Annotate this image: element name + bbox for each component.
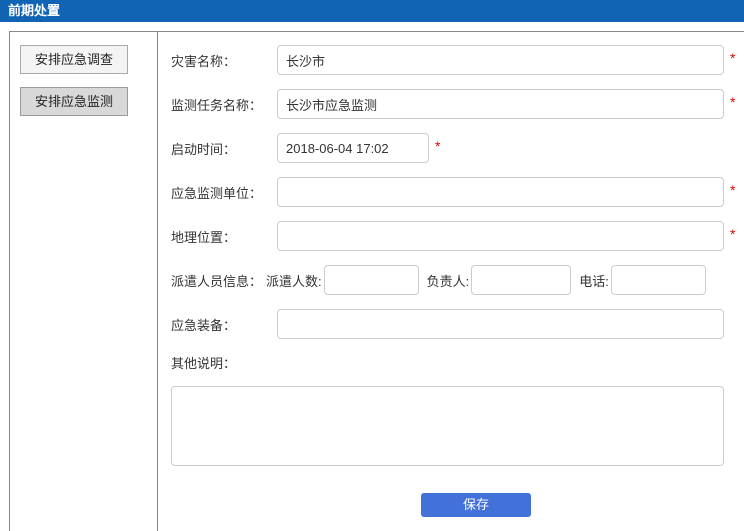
disaster-name-input[interactable]	[277, 45, 724, 75]
required-marker: *	[730, 50, 735, 66]
personnel-phone-label: 电话:	[579, 271, 609, 290]
save-button[interactable]: 保存	[421, 493, 531, 517]
required-marker: *	[730, 182, 735, 198]
personnel-label: 派遣人员信息：	[171, 271, 266, 290]
location-label: 地理位置：	[171, 227, 277, 246]
row-location: 地理位置： *	[171, 221, 744, 251]
personnel-count-label: 派遣人数:	[266, 271, 322, 290]
monitor-unit-label: 应急监测单位：	[171, 183, 277, 202]
personnel-leader-input[interactable]	[471, 265, 571, 295]
required-marker: *	[730, 94, 735, 110]
row-start-time: 启动时间： *	[171, 133, 744, 163]
task-name-label: 监测任务名称：	[171, 95, 277, 114]
monitor-unit-input[interactable]	[277, 177, 724, 207]
required-marker: *	[730, 226, 735, 242]
row-task-name: 监测任务名称： *	[171, 89, 744, 119]
form-area: 灾害名称： * 监测任务名称： * 启动时间： * 应急监测单位： * 地理位置…	[158, 32, 744, 531]
personnel-leader-label: 负责人:	[427, 271, 470, 290]
required-marker: *	[435, 138, 440, 154]
row-personnel: 派遣人员信息： 派遣人数: 负责人: 电话:	[171, 265, 744, 295]
row-equipment: 应急装备：	[171, 309, 744, 339]
sidebar-button-arrange-investigation[interactable]: 安排应急调查	[20, 45, 128, 74]
notes-label: 其他说明：	[171, 353, 744, 372]
page-title: 前期处置	[0, 0, 744, 22]
personnel-phone-input[interactable]	[611, 265, 706, 295]
equipment-input[interactable]	[277, 309, 724, 339]
content-panel: 安排应急调查 安排应急监测 灾害名称： * 监测任务名称： * 启动时间： * …	[9, 31, 744, 531]
sidebar-button-arrange-monitoring[interactable]: 安排应急监测	[20, 87, 128, 116]
row-monitor-unit: 应急监测单位： *	[171, 177, 744, 207]
equipment-label: 应急装备：	[171, 315, 277, 334]
start-time-input[interactable]	[277, 133, 429, 163]
start-time-label: 启动时间：	[171, 139, 277, 158]
notes-textarea[interactable]	[171, 386, 724, 466]
row-disaster-name: 灾害名称： *	[171, 45, 744, 75]
sidebar: 安排应急调查 安排应急监测	[10, 32, 158, 531]
task-name-input[interactable]	[277, 89, 724, 119]
disaster-name-label: 灾害名称：	[171, 51, 277, 70]
location-input[interactable]	[277, 221, 724, 251]
personnel-count-input[interactable]	[324, 265, 419, 295]
